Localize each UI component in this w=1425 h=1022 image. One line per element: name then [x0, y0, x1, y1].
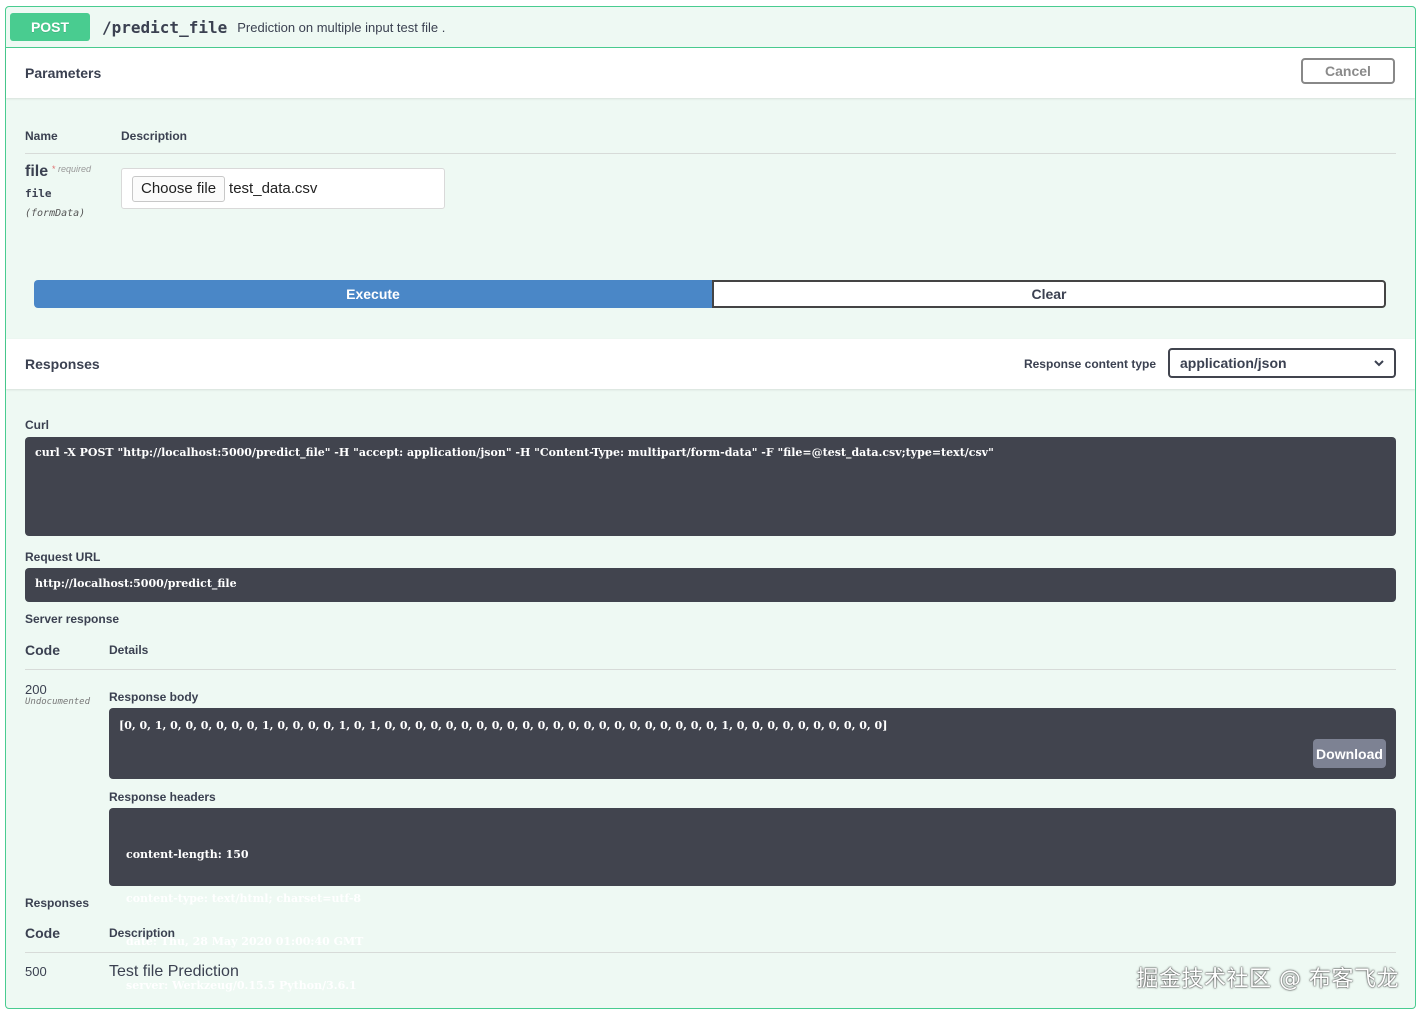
content-type-value: application/json	[1180, 355, 1287, 371]
method-badge: POST	[10, 13, 90, 41]
curl-command: curl -X POST "http://localhost:5000/pred…	[25, 437, 1396, 536]
param-in: (formData)	[25, 208, 86, 219]
documented-description-header: Description	[109, 926, 176, 940]
response-headers-label: Response headers	[109, 790, 216, 804]
response-code: 200	[25, 682, 47, 697]
header-line: content-length: 150	[126, 848, 249, 861]
endpoint-path: /predict_file	[102, 17, 228, 37]
parameters-title: Parameters	[25, 65, 102, 81]
response-body-label: Response body	[109, 690, 199, 704]
details-column-header: Details	[109, 643, 149, 657]
header-line: date: Thu, 28 May 2020 01:00:40 GMT	[126, 935, 364, 948]
opblock-post-predict-file: POST /predict_file Prediction on multipl…	[5, 6, 1416, 1009]
curl-label: Curl	[25, 418, 49, 432]
documented-code: 500	[25, 964, 47, 979]
file-input[interactable]: Choose file test_data.csv	[121, 168, 445, 209]
documented-responses-title: Responses	[25, 896, 90, 910]
download-button[interactable]: Download	[1313, 739, 1386, 768]
chevron-down-icon	[1374, 358, 1384, 368]
param-table-divider	[25, 153, 1396, 154]
endpoint-summary: Prediction on multiple input test file .	[237, 19, 446, 35]
response-body: [0, 0, 1, 0, 0, 0, 0, 0, 0, 1, 0, 0, 0, …	[109, 708, 1396, 779]
watermark: 掘金技术社区 @ 布客飞龙	[1136, 967, 1399, 992]
cancel-button[interactable]: Cancel	[1301, 58, 1395, 84]
code-column-header: Code	[25, 642, 60, 658]
undocumented-note: Undocumented	[25, 697, 91, 707]
parameters-header: Parameters Cancel	[6, 48, 1415, 98]
response-headers: content-length: 150 content-type: text/h…	[109, 808, 1396, 992]
required-label: * required	[52, 164, 92, 174]
param-name: file	[25, 163, 49, 180]
execute-button[interactable]: Execute	[34, 280, 712, 308]
documented-code-header: Code	[25, 925, 60, 941]
response-content-type-label: Response content type	[1023, 357, 1156, 371]
request-url-label: Request URL	[25, 550, 101, 564]
request-url: http://localhost:5000/predict_file	[25, 568, 1396, 602]
col-description-header: Description	[121, 129, 188, 143]
response-body-text: [0, 0, 1, 0, 0, 0, 0, 0, 0, 1, 0, 0, 0, …	[119, 719, 888, 732]
responses-title: Responses	[25, 356, 100, 372]
opblock-summary[interactable]: POST /predict_file Prediction on multipl…	[6, 7, 1415, 48]
response-content-type-select[interactable]: application/json	[1168, 348, 1396, 378]
server-response-label: Server response	[25, 612, 120, 626]
choose-file-button[interactable]: Choose file	[132, 175, 226, 202]
clear-button[interactable]: Clear	[712, 280, 1386, 308]
col-name-header: Name	[25, 129, 58, 143]
selected-file-name: test_data.csv	[229, 180, 318, 197]
documented-divider	[25, 952, 1396, 953]
header-line: content-type: text/html; charset=utf-8	[126, 891, 362, 905]
param-type: file	[25, 187, 52, 200]
server-response-divider	[25, 669, 1396, 670]
documented-description: Test file Prediction	[109, 963, 239, 980]
